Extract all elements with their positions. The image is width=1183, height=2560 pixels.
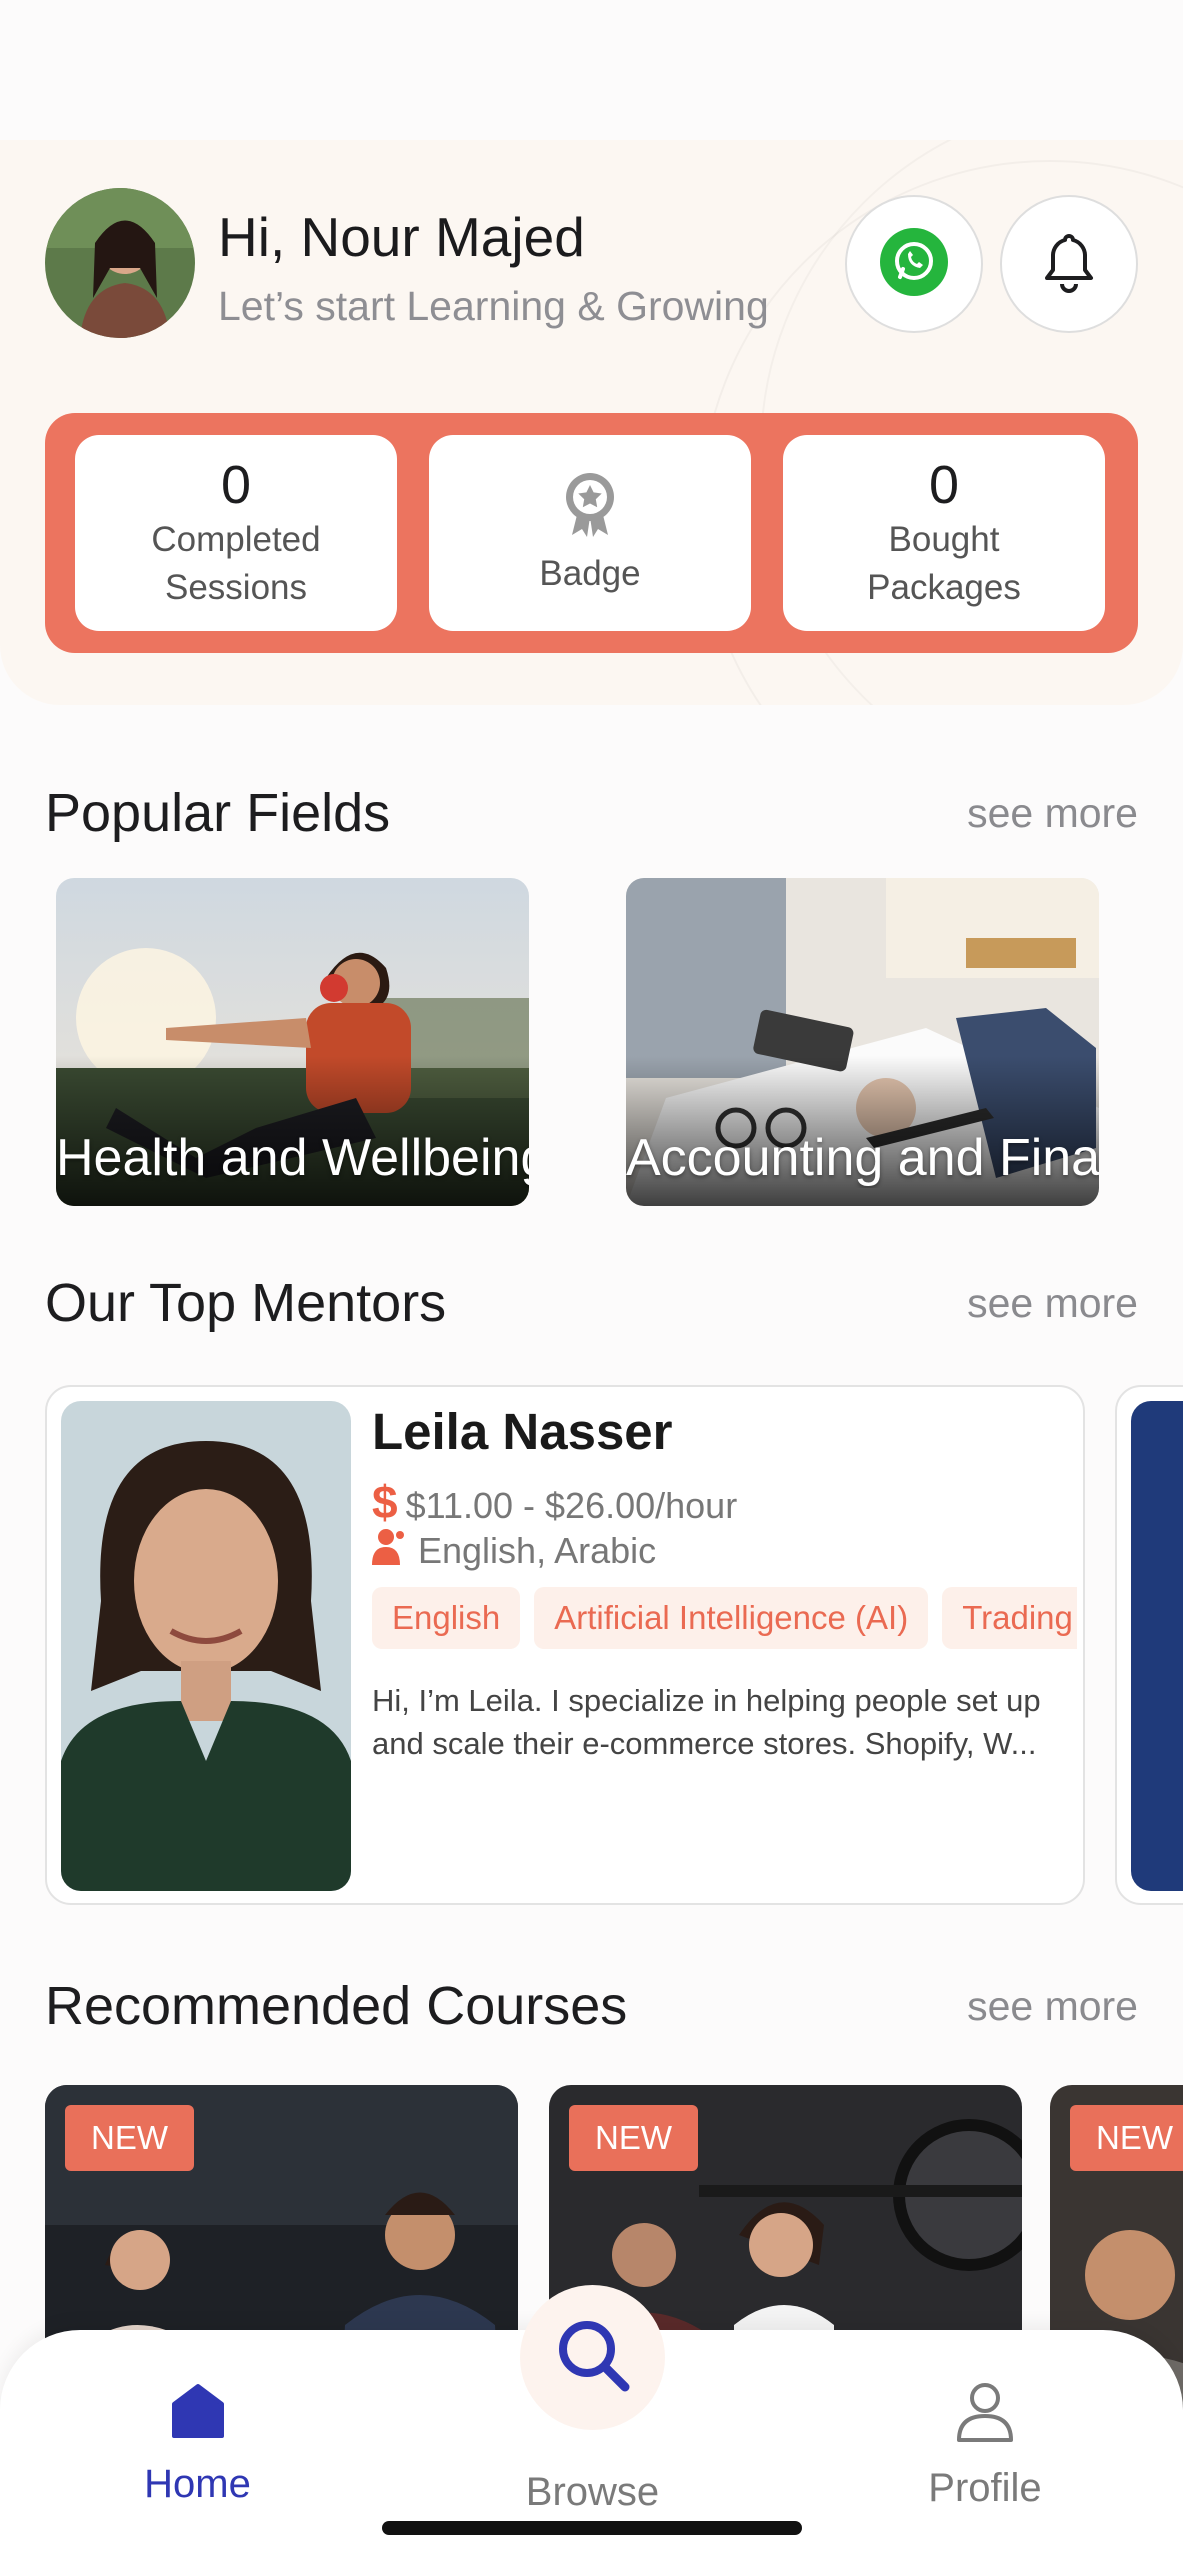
mentor-name: Leila Nasser: [372, 1403, 673, 1460]
mentor-card-next[interactable]: [1115, 1385, 1183, 1905]
field-label: Health and Wellbeing: [56, 1129, 529, 1187]
badge-icon: [560, 469, 620, 544]
search-icon: [551, 2313, 635, 2402]
languages-text: English, Arabic: [418, 1529, 657, 1571]
status-bar: [0, 0, 1183, 140]
home-icon: [168, 2380, 228, 2450]
whatsapp-button[interactable]: [845, 195, 983, 333]
stat-completed-sessions[interactable]: 0 Completed Sessions: [75, 435, 397, 631]
mentor-languages: English, Arabic: [372, 1527, 656, 1574]
nav-home[interactable]: Home: [130, 2380, 265, 2507]
stat-value: 0: [220, 455, 252, 515]
nav-browse[interactable]: Browse: [500, 2470, 685, 2515]
new-badge: NEW: [569, 2105, 698, 2171]
stat-label: Badge: [539, 553, 641, 593]
field-card-health[interactable]: Health and Wellbeing: [56, 878, 529, 1206]
new-badge: NEW: [1070, 2105, 1183, 2171]
mentors-title: Our Top Mentors: [45, 1273, 447, 1333]
avatar[interactable]: [45, 188, 195, 338]
nav-profile-label: Profile: [928, 2466, 1042, 2510]
stat-value: 0: [928, 455, 960, 515]
mentor-price: $ $11.00 - $26.00/hour: [372, 1475, 737, 1529]
person-icon: [372, 1527, 408, 1574]
tag[interactable]: Trading: [942, 1587, 1077, 1649]
courses-see-more[interactable]: see more: [967, 1983, 1138, 2030]
notifications-button[interactable]: [1000, 195, 1138, 333]
profile-icon: [953, 2380, 1017, 2454]
field-card-accounting[interactable]: Accounting and Finance: [626, 878, 1099, 1206]
popular-fields-title: Popular Fields: [45, 783, 391, 843]
mentor-photo: [1131, 1401, 1183, 1891]
tag[interactable]: Artificial Intelligence (AI): [534, 1587, 929, 1649]
stat-label: Bought Packages: [867, 520, 1021, 607]
browse-button[interactable]: [520, 2285, 665, 2430]
greeting-title: Hi, Nour Majed: [218, 206, 585, 268]
stats-panel: 0 Completed Sessions Badge 0 Bought Pack…: [45, 413, 1138, 653]
greeting-subtitle: Let’s start Learning & Growing: [218, 283, 769, 329]
popular-fields-see-more[interactable]: see more: [967, 790, 1138, 837]
nav-home-label: Home: [144, 2462, 251, 2506]
bell-icon: [1039, 230, 1099, 299]
nav-profile[interactable]: Profile: [915, 2380, 1055, 2511]
mentor-bio: Hi, I’m Leila. I specialize in helping p…: [372, 1683, 1041, 1761]
stat-badge[interactable]: Badge: [429, 435, 751, 631]
whatsapp-icon: [878, 226, 950, 303]
mentors-see-more[interactable]: see more: [967, 1280, 1138, 1327]
dollar-icon: $: [372, 1476, 398, 1528]
courses-title: Recommended Courses: [45, 1976, 628, 2036]
price-text: $11.00 - $26.00/hour: [405, 1485, 738, 1526]
mentor-card[interactable]: Leila Nasser $ $11.00 - $26.00/hour Engli…: [45, 1385, 1085, 1905]
stat-bought-packages[interactable]: 0 Bought Packages: [783, 435, 1105, 631]
home-indicator: [382, 2521, 802, 2535]
mentor-tags: English Artificial Intelligence (AI) Tradi…: [372, 1587, 1077, 1657]
stat-label: Completed Sessions: [151, 520, 321, 607]
field-label: Accounting and Finance: [626, 1129, 1099, 1187]
tag[interactable]: English: [372, 1587, 521, 1649]
new-badge: NEW: [65, 2105, 194, 2171]
mentor-photo: [61, 1401, 351, 1891]
nav-browse-label: Browse: [525, 2470, 660, 2514]
